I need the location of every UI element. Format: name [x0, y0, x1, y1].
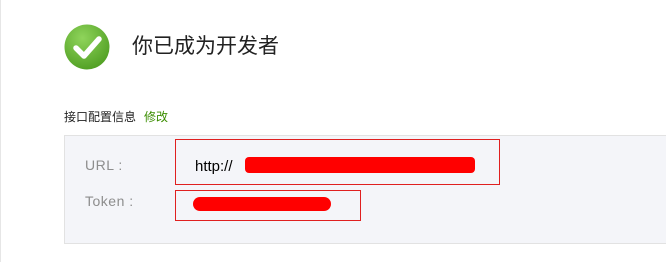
url-highlight-box [175, 139, 500, 185]
edit-config-link[interactable]: 修改 [144, 110, 168, 124]
url-label: URL : [85, 157, 123, 173]
token-label: Token : [85, 193, 134, 209]
token-highlight-box [175, 190, 361, 221]
config-section-label: 接口配置信息 [64, 110, 137, 124]
check-circle-icon [64, 24, 110, 70]
config-header: 接口配置信息 修改 [64, 108, 168, 126]
page-left-border [0, 0, 1, 262]
page-title: 你已成为开发者 [132, 34, 279, 58]
